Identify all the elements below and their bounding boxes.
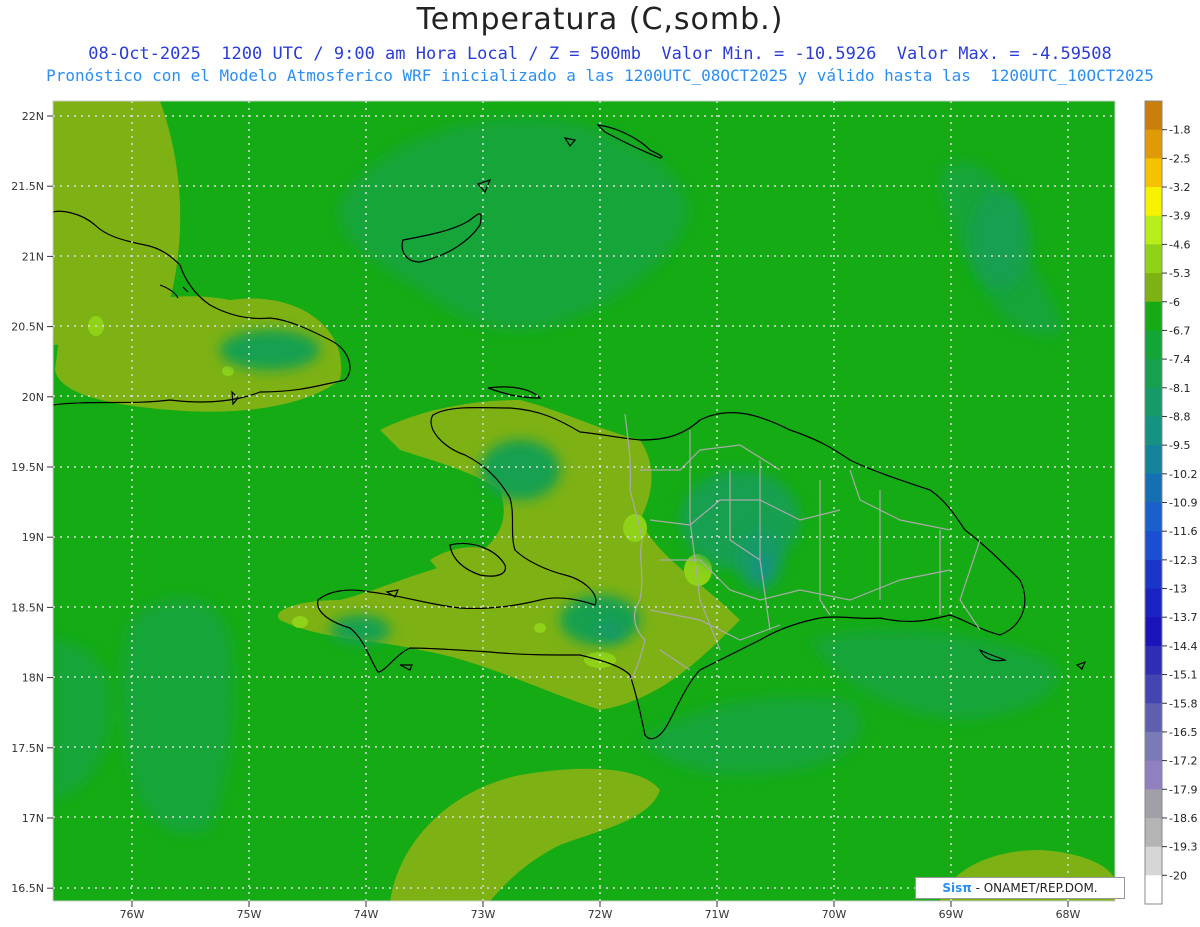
colorbar-label: -15.1	[1169, 669, 1197, 682]
lon-label: 68W	[1056, 908, 1081, 921]
longitude-labels: 76W 75W 74W 73W 72W 71W 70W 69W 68W	[120, 901, 1081, 921]
lat-label: 19.5N	[11, 461, 44, 474]
colorbar-swatch	[1145, 588, 1162, 618]
colorbar-swatch	[1145, 703, 1162, 733]
colorbar-swatch	[1145, 617, 1162, 647]
colorbar-swatch	[1145, 158, 1162, 188]
credit-box: Sisπ - ONAMET/REP.DOM.	[915, 877, 1125, 899]
colorbar-label: -6	[1169, 296, 1180, 309]
colorbar-swatch	[1145, 846, 1162, 876]
weather-map: 22N 21.5N 21N 20.5N 20N 19.5N 19N 18.5N 18N 17.5N…	[11, 100, 1197, 921]
colorbar-label: -10.2	[1169, 468, 1197, 481]
lat-label: 19N	[22, 531, 44, 544]
colorbar-swatch	[1145, 817, 1162, 848]
colorbar-swatch	[1145, 731, 1162, 762]
colorbar-label: -11.6	[1169, 525, 1197, 538]
colorbar-label: -16.5	[1169, 726, 1197, 739]
colorbar-label: -20	[1169, 869, 1187, 882]
colorbar-swatch	[1145, 531, 1162, 561]
colorbar-swatch	[1145, 875, 1162, 905]
colorbar-label: -18.6	[1169, 812, 1197, 825]
colorbar-swatch	[1145, 359, 1162, 389]
colorbar-swatch	[1145, 416, 1162, 446]
colorbar-label: -15.8	[1169, 697, 1197, 710]
colorbar-label: -5.3	[1169, 267, 1190, 280]
colorbar-label: -9.5	[1169, 439, 1190, 452]
lon-label: 73W	[471, 908, 496, 921]
lon-label: 72W	[588, 908, 613, 921]
lon-label: 70W	[822, 908, 847, 921]
colorbar-swatch	[1145, 445, 1162, 475]
colorbar-label: -7.4	[1169, 353, 1190, 366]
lon-label: 71W	[705, 908, 730, 921]
colorbar-swatch	[1145, 789, 1162, 819]
colorbar-swatch	[1145, 101, 1162, 131]
temperature-field	[53, 101, 1115, 901]
lat-label: 18N	[22, 672, 44, 685]
lon-label: 75W	[237, 908, 262, 921]
lon-label: 76W	[120, 908, 145, 921]
colorbar-label: -19.3	[1169, 841, 1197, 854]
sispi-logo: Sisπ	[942, 881, 972, 895]
colorbar-label: -17.9	[1169, 783, 1197, 796]
colorbar-swatch	[1145, 473, 1162, 503]
colorbar-label: -14.4	[1169, 640, 1197, 653]
lon-label: 69W	[939, 908, 964, 921]
colorbar-label: -2.5	[1169, 152, 1190, 165]
colorbar-label: -4.6	[1169, 238, 1190, 251]
colorbar-swatch	[1145, 187, 1162, 217]
credit-text: - ONAMET/REP.DOM.	[971, 881, 1098, 895]
colorbar-swatch	[1145, 273, 1162, 303]
colorbar-swatch	[1145, 674, 1162, 704]
latitude-labels: 22N 21.5N 21N 20.5N 20N 19.5N 19N 18.5N 18N 17.5N…	[11, 110, 53, 895]
colorbar-label: -10.9	[1169, 497, 1197, 510]
lat-label: 17.5N	[11, 742, 44, 755]
lat-label: 21N	[22, 250, 44, 263]
colorbar-label: -17.2	[1169, 755, 1197, 768]
colorbar-swatch	[1145, 244, 1162, 274]
lat-label: 22N	[22, 110, 44, 123]
colorbar-swatch	[1145, 129, 1162, 159]
colorbar-label: -6.7	[1169, 324, 1190, 337]
lat-label: 20N	[22, 391, 44, 404]
colorbar-label: -3.9	[1169, 210, 1190, 223]
colorbar-swatch	[1145, 502, 1162, 532]
lat-label: 17N	[22, 812, 44, 825]
colorbar-label: -8.1	[1169, 382, 1190, 395]
colorbar-label: -12.3	[1169, 554, 1197, 567]
colorbar-swatch	[1145, 760, 1162, 790]
colorbar-swatch	[1145, 387, 1162, 417]
colorbar-label: -8.8	[1169, 410, 1190, 423]
colorbar-swatch	[1145, 215, 1162, 245]
lat-label: 20.5N	[11, 321, 44, 334]
colorbar-swatch	[1145, 559, 1162, 590]
colorbar-swatch	[1145, 301, 1162, 331]
colorbar-label: -13.7	[1169, 611, 1197, 624]
lon-label: 74W	[354, 908, 379, 921]
lat-label: 18.5N	[11, 601, 44, 614]
colorbar-label: -13	[1169, 583, 1187, 596]
colorbar-label: -3.2	[1169, 181, 1190, 194]
colorbar-label: -1.8	[1169, 124, 1190, 137]
lat-label: 16.5N	[11, 882, 44, 895]
colorbar: -1.8 -2.5 -3.2 -3.9 -4.6 -5.3 -6 -6.7 -7.4 -8.1 -8…	[1144, 100, 1197, 905]
colorbar-swatch	[1145, 330, 1162, 360]
lat-label: 21.5N	[11, 180, 44, 193]
colorbar-swatch	[1145, 645, 1162, 676]
